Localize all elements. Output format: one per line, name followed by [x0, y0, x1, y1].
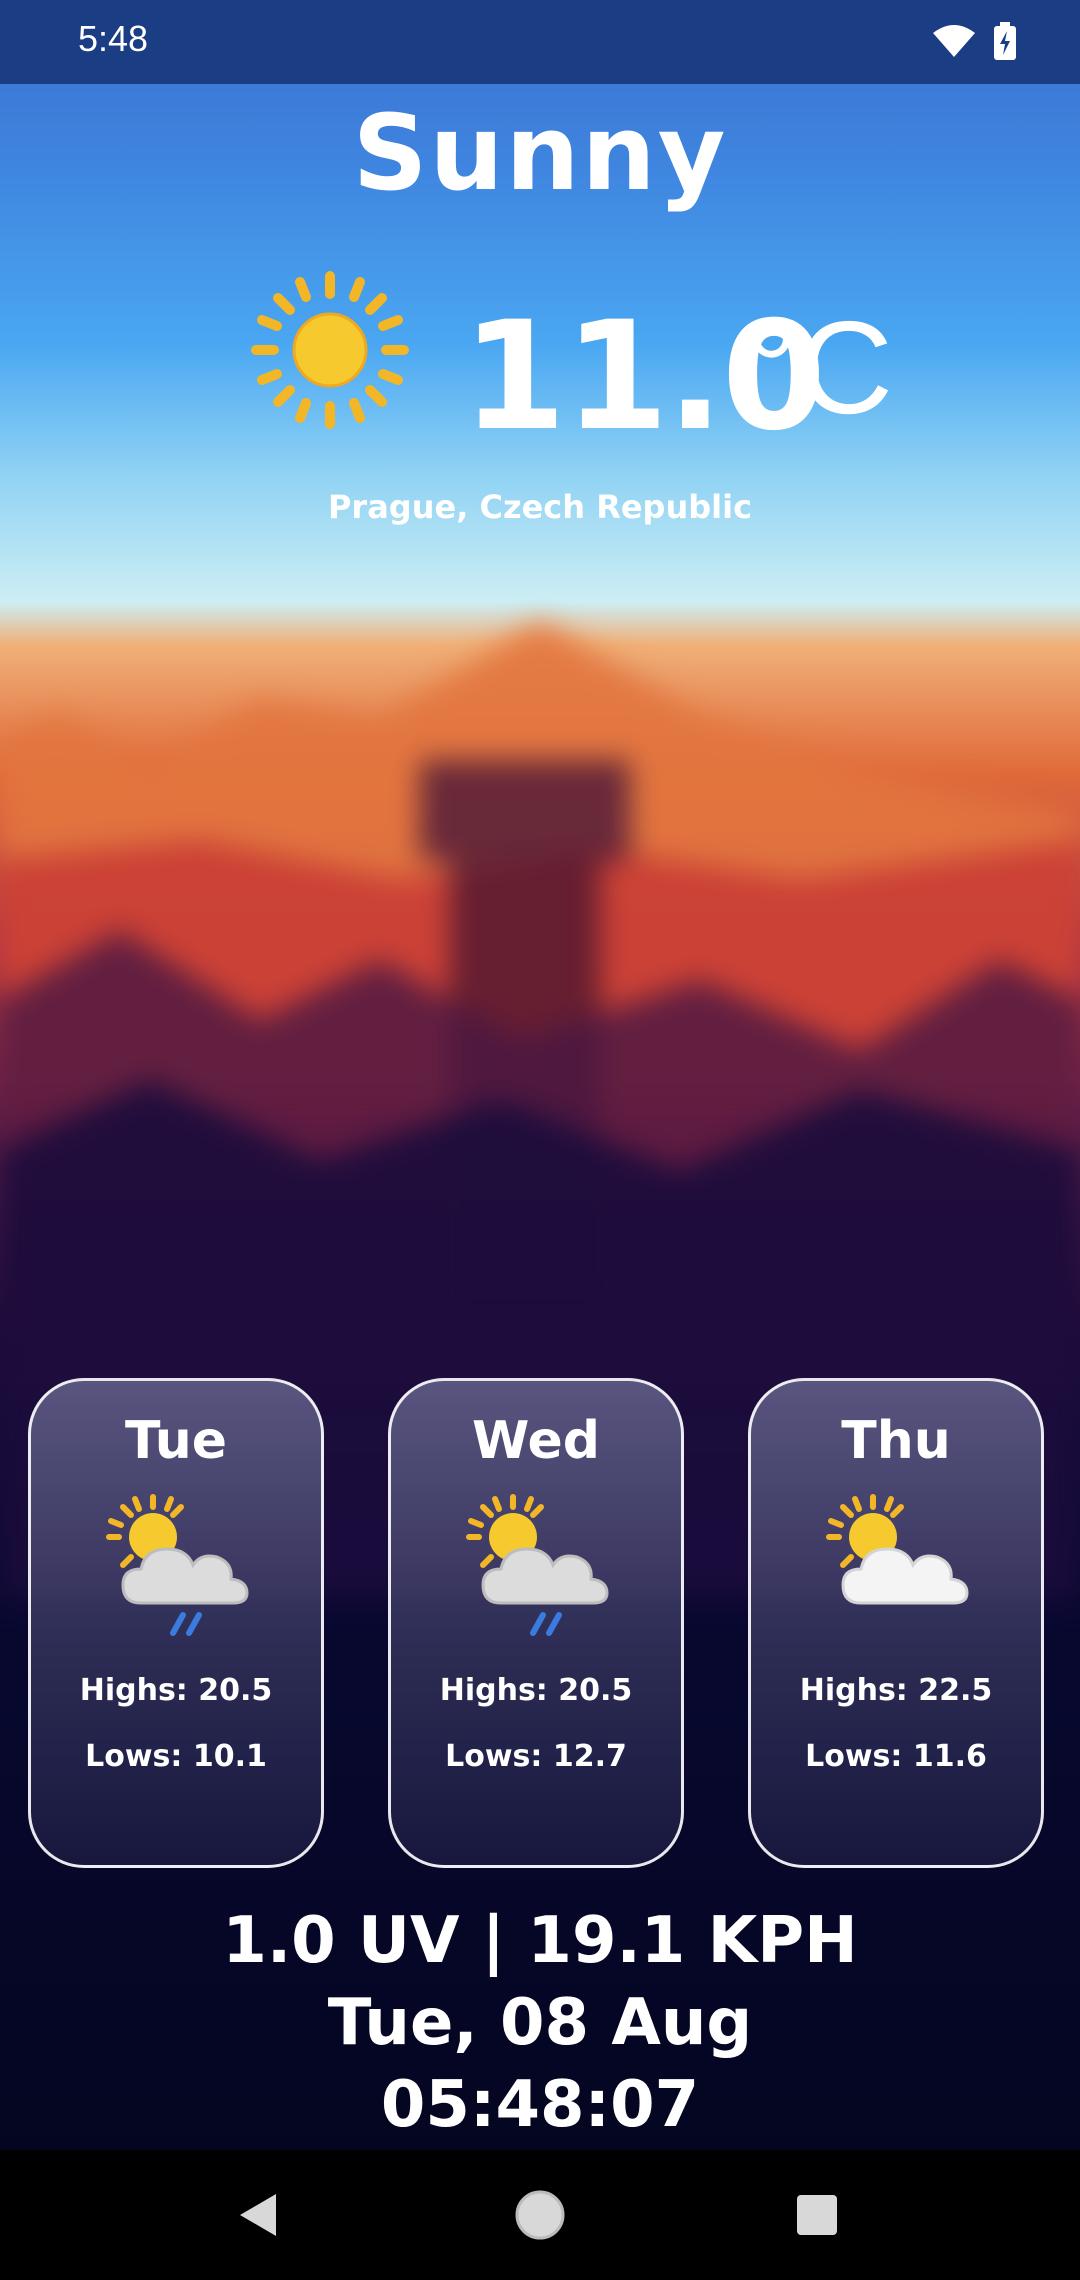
sun-cloud-rain-icon [466, 1494, 609, 1636]
recents-button[interactable] [780, 2178, 854, 2252]
home-icon [515, 2190, 565, 2240]
forecast-lows: Lows: 11.6 [805, 1739, 987, 1774]
forecast-cards: Tue Highs: 20.5 Lows: 10.1 Wed Highs: 20… [28, 1378, 1044, 1868]
forecast-day: Wed [472, 1411, 600, 1471]
forecast-card-thu[interactable]: Thu Highs: 22.5 Lows: 11.6 [748, 1378, 1044, 1868]
uv-wind-label: 1.0 UV | 19.1 KPH [222, 1904, 858, 1978]
location-label: Prague, Czech Republic [327, 488, 753, 526]
forecast-card-wed[interactable]: Wed Highs: 20.5 Lows: 12.7 [388, 1378, 684, 1868]
battery-charging-icon [994, 22, 1016, 60]
status-time: 5:48 [78, 18, 149, 59]
navigation-bar [0, 2150, 1080, 2280]
back-button[interactable] [222, 2178, 296, 2252]
forecast-highs: Highs: 22.5 [799, 1673, 993, 1708]
status-bar: 5:48 [0, 0, 1080, 84]
date-label: Tue, 08 Aug [327, 1986, 753, 2060]
forecast-highs: Highs: 20.5 [79, 1673, 273, 1708]
forecast-card-tue[interactable]: Tue Highs: 20.5 Lows: 10.1 [28, 1378, 324, 1868]
wifi-icon [933, 25, 975, 57]
back-icon [240, 2194, 276, 2236]
clock-label: 05:48:07 [380, 2068, 700, 2142]
condition-title: Sunny [352, 92, 728, 214]
forecast-day: Thu [841, 1411, 951, 1471]
forecast-lows: Lows: 12.7 [445, 1739, 627, 1774]
forecast-day: Tue [124, 1411, 228, 1471]
forecast-highs: Highs: 20.5 [439, 1673, 633, 1708]
temperature-unit: °C [745, 294, 894, 441]
sun-cloud-rain-icon [106, 1494, 249, 1636]
recents-icon [797, 2195, 837, 2235]
footer-info: 1.0 UV | 19.1 KPH Tue, 08 Aug 05:48:07 [0, 1900, 1080, 2146]
sun-cloud-icon [826, 1494, 969, 1605]
sun-icon [251, 271, 409, 429]
forecast-lows: Lows: 10.1 [85, 1739, 267, 1774]
home-button[interactable] [503, 2178, 577, 2252]
